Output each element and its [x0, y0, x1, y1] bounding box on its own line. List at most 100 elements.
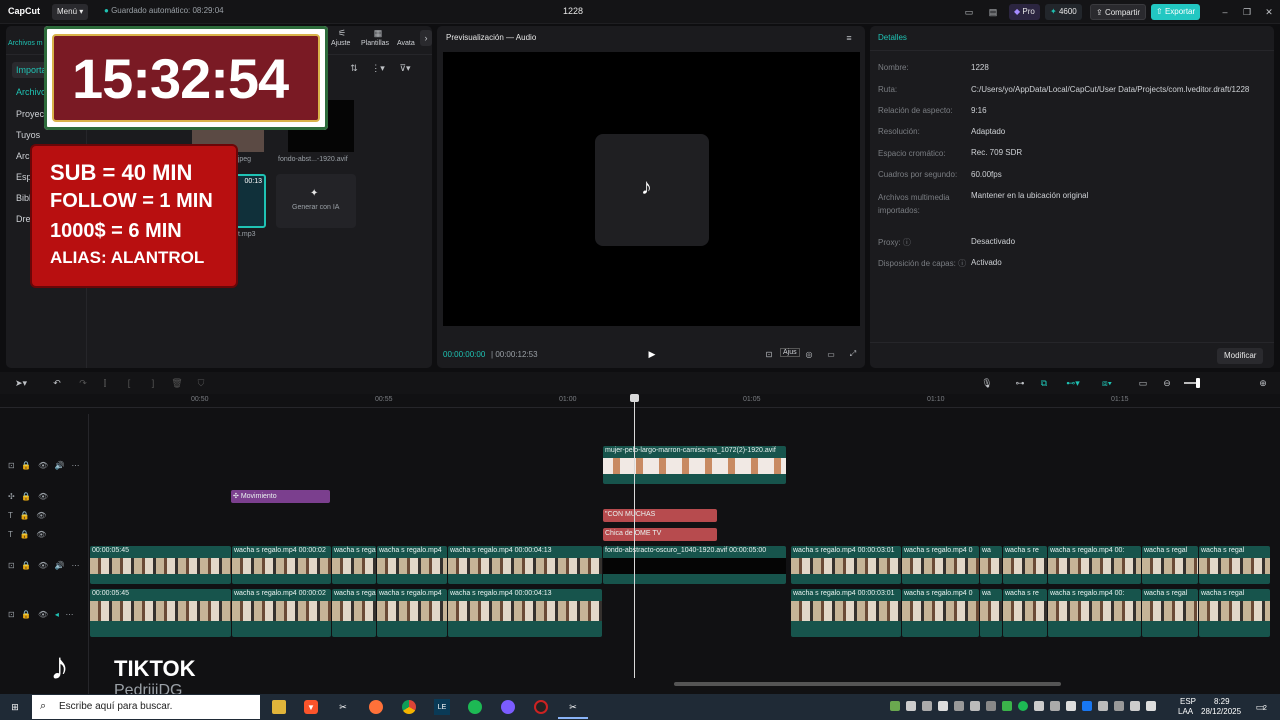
side-dreamina[interactable]: Dre [16, 214, 31, 224]
league-icon[interactable]: LE [434, 699, 450, 715]
eye-icon[interactable]: 👁 [36, 530, 46, 539]
audio-off-icon[interactable]: ◂ [55, 610, 59, 619]
tab-templates[interactable]: Plantillas [361, 40, 389, 47]
snapshot-icon[interactable]: ◎ [803, 348, 815, 360]
speaker-icon[interactable]: 🔊 [55, 561, 65, 570]
lock-icon[interactable]: 🔒 [21, 610, 31, 619]
timeline-ruler[interactable]: 00:50 00:55 01:00 01:05 01:10 01:15 [0, 394, 1280, 408]
volume-tray-icon[interactable] [1146, 701, 1156, 711]
chrome-icon[interactable] [402, 700, 416, 714]
tray-app-icon[interactable] [954, 701, 964, 711]
language-indicator[interactable]: ESP [1180, 697, 1196, 706]
crop-icon[interactable]: ⊡ [763, 348, 775, 360]
search-box[interactable]: ⌕ Escribe aquí para buscar. [32, 695, 260, 719]
mic-tray-icon[interactable] [938, 701, 948, 711]
select-tool-icon[interactable]: ➤▾ [10, 376, 32, 390]
preview-axis-icon[interactable]: ⧈▾ [1094, 376, 1120, 390]
capcut-active-icon[interactable]: ✂ [566, 700, 580, 714]
playhead-handle[interactable] [630, 394, 639, 402]
menu-icon[interactable]: ≡ [843, 32, 855, 44]
main-clip[interactable]: wacha s rega [332, 546, 376, 584]
more-icon[interactable]: ⋯ [66, 610, 74, 619]
firefox-icon[interactable] [369, 700, 383, 714]
main-clip[interactable]: wa [980, 546, 1002, 584]
eye-icon[interactable]: 👁 [36, 511, 46, 520]
second-clip[interactable]: wacha s re [1003, 589, 1047, 637]
horizontal-scrollbar[interactable] [674, 682, 1061, 686]
zoom-in-icon[interactable]: ⊕ [1256, 376, 1270, 390]
second-clip[interactable]: wacha s regalo.mp4 [377, 589, 447, 637]
playhead[interactable] [634, 394, 635, 678]
main-clip[interactable]: wacha s regal [1142, 546, 1198, 584]
eye-icon[interactable]: 👁 [38, 610, 48, 619]
export-button[interactable]: ⇧ Exportar [1151, 4, 1201, 20]
main-clip[interactable]: wacha s regalo.mp4 00:00:02 [232, 546, 331, 584]
tray-app-icon[interactable] [986, 701, 996, 711]
lock-icon[interactable]: 🔒 [21, 561, 31, 570]
second-clip[interactable]: wacha s regalo.mp4 0 [902, 589, 979, 637]
main-clip[interactable]: wacha s regalo.mp4 [377, 546, 447, 584]
main-clip[interactable]: wacha s regal [1199, 546, 1270, 584]
zoom-out-icon[interactable]: ⊖ [1160, 376, 1174, 390]
tray-app-icon[interactable] [1098, 701, 1108, 711]
main-clip[interactable]: 00:00:05:45 [90, 546, 231, 584]
file-explorer-icon[interactable] [272, 700, 286, 714]
tray-app-icon[interactable] [1050, 701, 1060, 711]
layout-icon[interactable]: ▭ [962, 5, 976, 19]
tab-media[interactable]: Archivos m [8, 40, 43, 47]
tray-app-icon[interactable] [970, 701, 980, 711]
pro-button[interactable]: ◆ Pro [1009, 4, 1040, 20]
main-clip[interactable]: wacha s regalo.mp4 00:00:03:01 [791, 546, 901, 584]
tab-adjust[interactable]: Ajuste [331, 40, 350, 47]
caption-icon[interactable]: ▭ [1136, 376, 1150, 390]
lock-icon[interactable]: 🔒 [21, 461, 31, 470]
side-yours[interactable]: Tuyos [16, 130, 40, 140]
more-icon[interactable]: ⋯ [71, 461, 79, 470]
tray-app-icon[interactable] [1114, 701, 1124, 711]
obs-icon[interactable] [534, 700, 548, 714]
second-clip[interactable]: wacha s regal [1199, 589, 1270, 637]
lock-icon[interactable]: 🔒 [21, 492, 31, 501]
tray-app-icon[interactable] [890, 701, 900, 711]
second-clip[interactable]: wacha s regalo.mp4 00: [1048, 589, 1141, 637]
minimize-icon[interactable]: – [1218, 5, 1232, 19]
main-clip[interactable]: wacha s regalo.mp4 0 [902, 546, 979, 584]
shortcuts-icon[interactable]: ▤ [986, 5, 1000, 19]
second-clip[interactable]: wacha s regalo.mp4 00:00:03:01 [791, 589, 901, 637]
language-indicator-sub[interactable]: LAA [1178, 707, 1193, 716]
ratio-button[interactable]: Ajus [780, 348, 800, 357]
discord-icon[interactable] [501, 700, 515, 714]
more-icon[interactable]: ⋯ [71, 561, 79, 570]
filter-icon[interactable]: ⋮▾ [370, 62, 386, 74]
overlay-clip[interactable]: mujer-pelo-largo-marron-camisa-ma_1072(2… [603, 446, 786, 484]
zoom-slider-handle[interactable] [1196, 378, 1200, 388]
undo-icon[interactable]: ↶ [50, 376, 64, 390]
split-left-icon[interactable]: [ [122, 376, 136, 390]
network-tray-icon[interactable] [1130, 701, 1140, 711]
maximize-icon[interactable]: ❐ [1240, 5, 1254, 19]
capcut-icon[interactable]: ✂ [336, 700, 350, 714]
tray-app-icon[interactable] [1002, 701, 1012, 711]
shield-icon[interactable]: ⛉ [194, 376, 208, 390]
tray-app-icon[interactable] [906, 701, 916, 711]
spotify-icon[interactable] [468, 700, 482, 714]
second-clip[interactable]: wacha s regalo.mp4 00:00:02 [232, 589, 331, 637]
magnet-icon[interactable]: ⧉ [1036, 376, 1052, 390]
eye-icon[interactable]: 👁 [38, 561, 48, 570]
fullscreen-icon[interactable]: ⤢ [847, 348, 859, 360]
main-clip[interactable]: wacha s re [1003, 546, 1047, 584]
lock-icon[interactable]: 🔒 [20, 511, 30, 520]
templates-icon[interactable]: ▦ [370, 28, 386, 38]
speaker-icon[interactable]: 🔊 [55, 461, 65, 470]
microphone-icon[interactable]: 🎙 [980, 376, 994, 390]
second-clip[interactable]: wacha s rega [332, 589, 376, 637]
tray-app-icon[interactable] [922, 701, 932, 711]
tray-app-icon[interactable] [1034, 701, 1044, 711]
close-icon[interactable]: ✕ [1262, 5, 1276, 19]
link-icon[interactable]: ⊶ [1012, 376, 1028, 390]
share-button[interactable]: ⇪ Compartir [1090, 4, 1147, 20]
split-icon[interactable]: ⫿ [98, 376, 112, 390]
main-clip[interactable]: wacha s regalo.mp4 00: [1048, 546, 1141, 584]
chevron-right-icon[interactable]: › [420, 30, 432, 46]
delete-icon[interactable]: 🗑 [170, 376, 184, 390]
